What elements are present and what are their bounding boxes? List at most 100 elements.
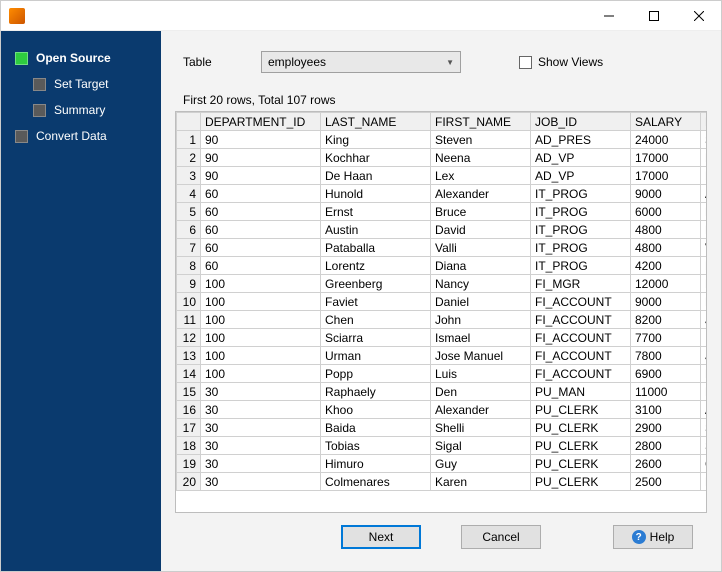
table-row[interactable]: 14100PoppLuisFI_ACCOUNT6900LPOPP (177, 365, 707, 383)
cell[interactable]: PU_MAN (531, 383, 631, 401)
cell[interactable]: SKING (701, 131, 707, 149)
cell[interactable]: 90 (201, 131, 321, 149)
cell[interactable]: 90 (201, 167, 321, 185)
cell[interactable]: 2900 (631, 419, 701, 437)
cell[interactable]: Jose Manuel (431, 347, 531, 365)
table-row[interactable]: 1630KhooAlexanderPU_CLERK3100AKHOO (177, 401, 707, 419)
cell[interactable]: Neena (431, 149, 531, 167)
cell[interactable]: AD_VP (531, 167, 631, 185)
wizard-step-open-source[interactable]: Open Source (1, 47, 161, 69)
column-header[interactable]: EMAIL (701, 113, 707, 131)
table-row[interactable]: 1830TobiasSigalPU_CLERK2800STOBIAS (177, 437, 707, 455)
cell[interactable]: Alexander (431, 401, 531, 419)
table-row[interactable]: 9100GreenbergNancyFI_MGR12000NGREENBE (177, 275, 707, 293)
cell[interactable]: Hunold (321, 185, 431, 203)
cell[interactable]: 7800 (631, 347, 701, 365)
cell[interactable]: Austin (321, 221, 431, 239)
cell[interactable]: Lex (431, 167, 531, 185)
cell[interactable]: Alexander (431, 185, 531, 203)
table-row[interactable]: 12100SciarraIsmaelFI_ACCOUNT7700ISCIARRA (177, 329, 707, 347)
cell[interactable]: Himuro (321, 455, 431, 473)
cell[interactable]: AD_VP (531, 149, 631, 167)
cell[interactable]: 100 (201, 347, 321, 365)
table-row[interactable]: 560ErnstBruceIT_PROG6000BERNST (177, 203, 707, 221)
cell[interactable]: VPATABAL (701, 239, 707, 257)
cell[interactable]: KCOLMENA (701, 473, 707, 491)
cell[interactable]: PU_CLERK (531, 437, 631, 455)
cell[interactable]: 17000 (631, 167, 701, 185)
close-button[interactable] (676, 1, 721, 31)
cell[interactable]: SBAIDA (701, 419, 707, 437)
cell[interactable]: 30 (201, 401, 321, 419)
table-row[interactable]: 290KochharNeenaAD_VP17000NKOCHHAR (177, 149, 707, 167)
data-grid[interactable]: DEPARTMENT_IDLAST_NAMEFIRST_NAMEJOB_IDSA… (175, 111, 707, 513)
cell[interactable]: 30 (201, 437, 321, 455)
cell[interactable]: PU_CLERK (531, 455, 631, 473)
cell[interactable]: David (431, 221, 531, 239)
column-header[interactable]: LAST_NAME (321, 113, 431, 131)
cell[interactable]: Ernst (321, 203, 431, 221)
cell[interactable]: Tobias (321, 437, 431, 455)
help-button[interactable]: ? Help (613, 525, 693, 549)
cell[interactable]: NGREENBE (701, 275, 707, 293)
cell[interactable]: PU_CLERK (531, 473, 631, 491)
cell[interactable]: Karen (431, 473, 531, 491)
table-row[interactable]: 760PataballaValliIT_PROG4800VPATABAL (177, 239, 707, 257)
minimize-button[interactable] (586, 1, 631, 31)
show-views-checkbox[interactable]: Show Views (519, 55, 603, 69)
column-header[interactable]: FIRST_NAME (431, 113, 531, 131)
cell[interactable]: JCHEN (701, 311, 707, 329)
column-header[interactable]: SALARY (631, 113, 701, 131)
cell[interactable]: FI_MGR (531, 275, 631, 293)
table-row[interactable]: 1730BaidaShelliPU_CLERK2900SBAIDA (177, 419, 707, 437)
cell[interactable]: PU_CLERK (531, 401, 631, 419)
cell[interactable]: FI_ACCOUNT (531, 329, 631, 347)
cell[interactable]: NKOCHHAR (701, 149, 707, 167)
cell[interactable]: LDEHAAN (701, 167, 707, 185)
cell[interactable]: 12000 (631, 275, 701, 293)
cell[interactable]: DAUSTIN (701, 221, 707, 239)
cell[interactable]: Greenberg (321, 275, 431, 293)
column-header[interactable]: DEPARTMENT_ID (201, 113, 321, 131)
cell[interactable]: LPOPP (701, 365, 707, 383)
cancel-button[interactable]: Cancel (461, 525, 541, 549)
cell[interactable]: 2500 (631, 473, 701, 491)
cell[interactable]: Den (431, 383, 531, 401)
table-select[interactable]: employees ▼ (261, 51, 461, 73)
cell[interactable]: 30 (201, 383, 321, 401)
cell[interactable]: IT_PROG (531, 203, 631, 221)
cell[interactable]: Ismael (431, 329, 531, 347)
cell[interactable]: 6900 (631, 365, 701, 383)
cell[interactable]: 11000 (631, 383, 701, 401)
cell[interactable]: ISCIARRA (701, 329, 707, 347)
cell[interactable]: IT_PROG (531, 257, 631, 275)
cell[interactable]: 60 (201, 185, 321, 203)
cell[interactable]: 100 (201, 293, 321, 311)
cell[interactable]: 4800 (631, 239, 701, 257)
cell[interactable]: 60 (201, 203, 321, 221)
cell[interactable]: STOBIAS (701, 437, 707, 455)
cell[interactable]: 90 (201, 149, 321, 167)
cell[interactable]: Colmenares (321, 473, 431, 491)
cell[interactable]: IT_PROG (531, 221, 631, 239)
cell[interactable]: Luis (431, 365, 531, 383)
table-row[interactable]: 11100ChenJohnFI_ACCOUNT8200JCHEN (177, 311, 707, 329)
cell[interactable]: 100 (201, 329, 321, 347)
cell[interactable]: 100 (201, 275, 321, 293)
cell[interactable]: DRAPHEAL (701, 383, 707, 401)
table-row[interactable]: 860LorentzDianaIT_PROG4200DLORENTZ (177, 257, 707, 275)
table-row[interactable]: 13100UrmanJose ManuelFI_ACCOUNT7800JMURM… (177, 347, 707, 365)
cell[interactable]: Raphaely (321, 383, 431, 401)
cell[interactable]: AD_PRES (531, 131, 631, 149)
cell[interactable]: FI_ACCOUNT (531, 311, 631, 329)
cell[interactable]: 17000 (631, 149, 701, 167)
cell[interactable]: Pataballa (321, 239, 431, 257)
cell[interactable]: Diana (431, 257, 531, 275)
maximize-button[interactable] (631, 1, 676, 31)
table-row[interactable]: 390De HaanLexAD_VP17000LDEHAAN (177, 167, 707, 185)
table-row[interactable]: 2030ColmenaresKarenPU_CLERK2500KCOLMENA (177, 473, 707, 491)
cell[interactable]: Bruce (431, 203, 531, 221)
cell[interactable]: JMURMAN (701, 347, 707, 365)
cell[interactable]: Steven (431, 131, 531, 149)
cell[interactable]: Sciarra (321, 329, 431, 347)
